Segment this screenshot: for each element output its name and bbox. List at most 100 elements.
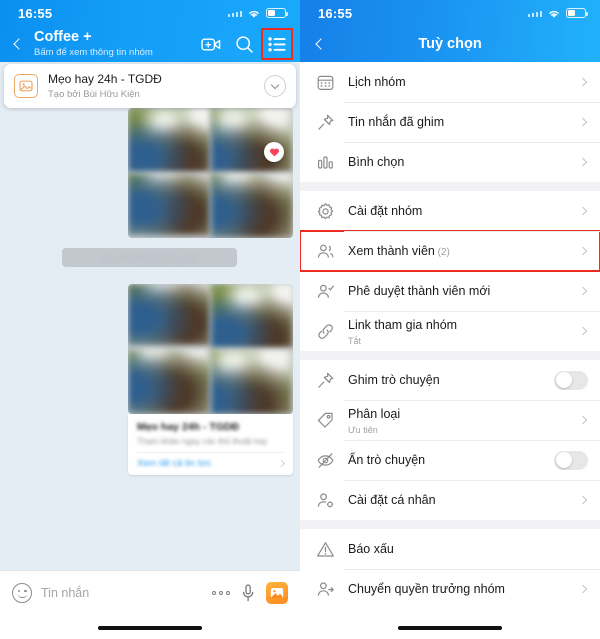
option-row-b-nh-ch-n[interactable]: Bình chọn: [300, 142, 600, 182]
chevron-right-icon: [578, 286, 588, 296]
chevron-right-icon: [277, 459, 286, 468]
option-row-chuy-n-quy-n-tr-ng-nh-m[interactable]: Chuyển quyền trưởng nhóm: [300, 569, 600, 609]
home-indicator: [398, 626, 502, 630]
user-transfer-icon: [314, 580, 336, 599]
calendar-icon: [314, 73, 336, 92]
option-text-block: Ghim trò chuyện: [336, 370, 554, 389]
more-dots-icon[interactable]: [211, 590, 230, 596]
page-subtitle: Bấm để xem thông tin nhóm: [34, 46, 153, 58]
option-label: Tin nhắn đã ghim: [348, 115, 445, 130]
option-row-c-i-t-c-nh-n[interactable]: Cài đặt cá nhân: [300, 480, 600, 520]
group-separator: [300, 520, 600, 529]
option-label: Lịch nhóm: [348, 75, 406, 90]
option-text-block: Bình chọn: [336, 152, 580, 171]
video-call-icon[interactable]: [200, 33, 222, 55]
link-preview-card[interactable]: Mẹo hay 24h - TGDĐ Tham khảo ngay các th…: [128, 414, 293, 475]
back-chevron-icon[interactable]: [6, 29, 32, 59]
link-card-action-row[interactable]: Xem tất cả tin tức: [137, 452, 286, 469]
banner-title: Mẹo hay 24h - TGDĐ: [48, 71, 162, 86]
chevron-right-icon: [578, 495, 588, 505]
option-row-tin-nh-n-ghim[interactable]: Tin nhắn đã ghim: [300, 102, 600, 142]
option-text-block: Phân loại Ưu tiên: [336, 404, 580, 436]
link-icon: [314, 322, 336, 341]
option-row-link-tham-gia-nh-m[interactable]: Link tham gia nhóm Tắt: [300, 311, 600, 351]
group-banner-card[interactable]: Mẹo hay 24h - TGDĐ Tạo bởi Bùi Hữu Kiện: [4, 64, 296, 108]
option-label: Cài đặt cá nhân: [348, 493, 436, 508]
smiley-icon[interactable]: [12, 583, 32, 603]
chevron-right-icon: [578, 117, 588, 127]
menu-list-icon[interactable]: [261, 28, 293, 60]
chat-header: 16:55 Coffee + Bấm để xem thông tin nhóm: [0, 0, 300, 62]
link-card-action-label: Xem tất cả tin tức: [137, 458, 212, 469]
chevron-right-icon: [578, 584, 588, 594]
chevron-right-icon: [578, 246, 588, 256]
photo-message-group-1[interactable]: [128, 108, 293, 238]
toggle-switch[interactable]: [554, 370, 588, 390]
users-icon: [314, 242, 336, 261]
option-row-n-tr-chuy-n[interactable]: Ẩn trò chuyện: [300, 440, 600, 480]
photo-thumbnail[interactable]: [211, 174, 293, 238]
option-sublabel: Tắt: [348, 336, 362, 347]
option-text-block: Link tham gia nhóm Tắt: [336, 315, 580, 347]
group-separator: [300, 351, 600, 360]
option-label: Cài đặt nhóm: [348, 204, 423, 219]
eye-off-icon: [314, 451, 336, 470]
chevron-right-icon: [578, 206, 588, 216]
photo-thumbnail[interactable]: [128, 350, 210, 414]
link-card-title: Mẹo hay 24h - TGDĐ: [137, 421, 240, 433]
option-row-c-i-t-nh-m[interactable]: Cài đặt nhóm: [300, 191, 600, 231]
option-text-block: Chuyển quyền trưởng nhóm: [336, 579, 580, 598]
option-text-block: Tin nhắn đã ghim: [336, 112, 580, 131]
status-indicators: [227, 8, 288, 19]
option-row-b-o-x-u[interactable]: Báo xấu: [300, 529, 600, 569]
signal-dots-icon: [227, 9, 242, 17]
image-icon: [14, 74, 38, 98]
message-input[interactable]: Tin nhắn: [41, 586, 203, 600]
option-label: Chuyển quyền trưởng nhóm: [348, 582, 505, 597]
option-row-ph-n-lo-i[interactable]: Phân loại Ưu tiên: [300, 400, 600, 440]
option-label: Ẩn trò chuyện: [348, 453, 426, 468]
option-row-ghim-tr-chuy-n[interactable]: Ghim trò chuyện: [300, 360, 600, 400]
options-header: 16:55 Tuỳ chọn: [300, 0, 600, 62]
photo-thumbnail[interactable]: [211, 284, 293, 348]
home-indicator: [98, 626, 202, 630]
gear-icon: [314, 202, 336, 221]
photo-thumbnail[interactable]: [211, 108, 293, 172]
chat-message-area: Tin nhắn đã được thu hồi Mẹo hay 24h - T…: [0, 62, 300, 570]
status-bar-left: 16:55: [0, 0, 300, 26]
battery-icon: [566, 8, 588, 18]
heart-reaction-icon[interactable]: [264, 142, 284, 162]
banner-subtitle: Tạo bởi Bùi Hữu Kiện: [48, 88, 140, 100]
battery-icon: [266, 8, 288, 18]
pin-icon: [314, 371, 336, 390]
photo-thumbnail[interactable]: [211, 350, 293, 414]
search-icon[interactable]: [233, 33, 255, 55]
options-list: Lịch nhóm Tin nhắn đã ghim Bình chọn Cài đặ…: [300, 62, 600, 639]
dual-screen-container: 16:55 Coffee + Bấm để xem thông tin nhóm: [0, 0, 600, 639]
photo-thumbnail[interactable]: [128, 174, 210, 238]
option-label: Phê duyệt thành viên mới: [348, 284, 491, 299]
option-row-ph-duy-t-th-nh-vi-n-m-i[interactable]: Phê duyệt thành viên mới: [300, 271, 600, 311]
chevron-down-circle-icon[interactable]: [264, 75, 286, 97]
toggle-switch[interactable]: [554, 450, 588, 470]
chat-title-block[interactable]: Coffee + Bấm để xem thông tin nhóm: [32, 30, 200, 57]
system-message-pill: Tin nhắn đã được thu hồi: [62, 248, 237, 267]
wifi-icon: [249, 10, 259, 18]
photo-thumbnail[interactable]: [128, 108, 210, 172]
option-row-xem-th-nh-vi-n[interactable]: Xem thành viên (2): [300, 230, 600, 272]
option-text-block: Cài đặt cá nhân: [336, 490, 580, 509]
microphone-icon[interactable]: [239, 583, 257, 603]
option-label: Link tham gia nhóm: [348, 318, 458, 332]
gallery-icon[interactable]: [266, 582, 288, 604]
chevron-right-icon: [578, 77, 588, 87]
page-title: Coffee +: [34, 29, 92, 46]
pin-icon: [314, 113, 336, 132]
option-label: Báo xấu: [348, 542, 394, 557]
option-label: Xem thành viên (2): [348, 244, 450, 259]
photo-thumbnail[interactable]: [128, 284, 210, 348]
option-row-l-ch-nh-m[interactable]: Lịch nhóm: [300, 62, 600, 102]
signal-dots-icon: [527, 9, 542, 17]
photo-message-group-2[interactable]: [128, 284, 293, 414]
group-separator: [300, 182, 600, 191]
status-bar-right: 16:55: [300, 0, 600, 26]
